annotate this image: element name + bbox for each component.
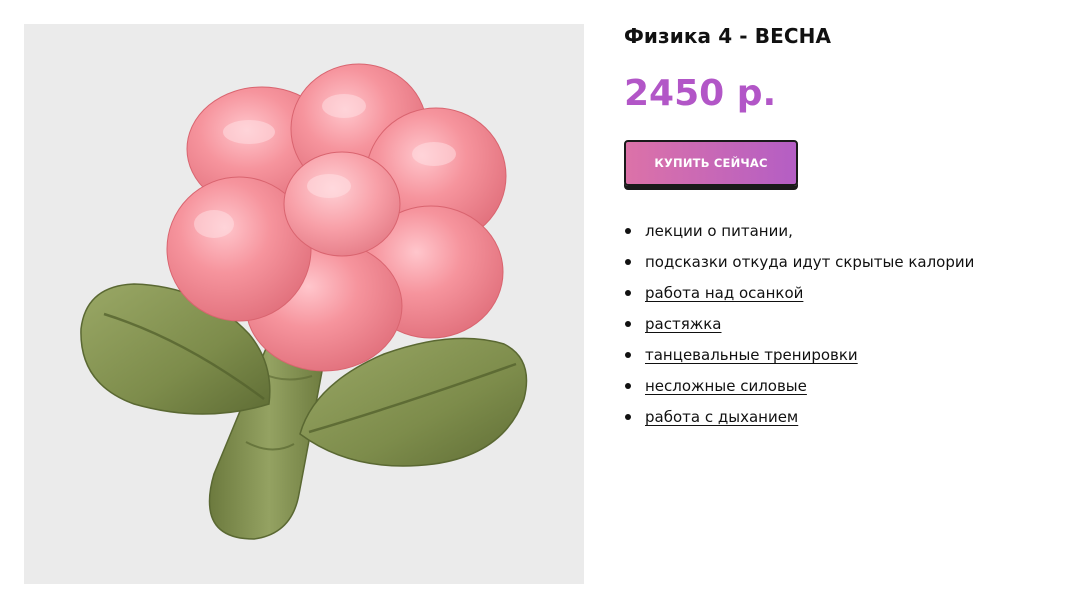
list-item: танцевальные тренировки: [624, 340, 1054, 371]
feature-link-breathing[interactable]: работа с дыханием: [645, 408, 798, 426]
product-title: Физика 4 - ВЕСНА: [624, 24, 832, 48]
bullet-icon: [625, 228, 631, 234]
bullet-icon: [625, 414, 631, 420]
feature-text: лекции о питании,: [645, 222, 793, 240]
list-item: растяжка: [624, 309, 1054, 340]
product-price: 2450 р.: [624, 73, 777, 114]
feature-link-posture[interactable]: работа над осанкой: [645, 284, 803, 302]
feature-list: лекции о питании, подсказки откуда идут …: [624, 216, 1054, 433]
flower-pillow-illustration: [80, 63, 528, 540]
buy-now-button[interactable]: КУПИТЬ СЕЙЧАС: [624, 140, 798, 186]
list-item: работа с дыханием: [624, 402, 1054, 433]
bullet-icon: [625, 259, 631, 265]
feature-link-dance-workouts[interactable]: танцевальные тренировки: [645, 346, 858, 364]
feature-link-strength[interactable]: несложные силовые: [645, 377, 807, 395]
list-item: работа над осанкой: [624, 278, 1054, 309]
list-item: лекции о питании,: [624, 216, 1054, 247]
feature-link-stretching[interactable]: растяжка: [645, 315, 722, 333]
feature-text: подсказки откуда идут скрытые калории: [645, 253, 975, 271]
bullet-icon: [625, 290, 631, 296]
bullet-icon: [625, 321, 631, 327]
product-info: Физика 4 - ВЕСНА 2450 р. КУПИТЬ СЕЙЧАС л…: [624, 24, 1054, 433]
product-image: [24, 24, 584, 584]
flower-center: [283, 151, 401, 257]
list-item: несложные силовые: [624, 371, 1054, 402]
bullet-icon: [625, 383, 631, 389]
list-item: подсказки откуда идут скрытые калории: [624, 247, 1054, 278]
bullet-icon: [625, 352, 631, 358]
product-page: Физика 4 - ВЕСНА 2450 р. КУПИТЬ СЕЙЧАС л…: [0, 0, 1075, 590]
